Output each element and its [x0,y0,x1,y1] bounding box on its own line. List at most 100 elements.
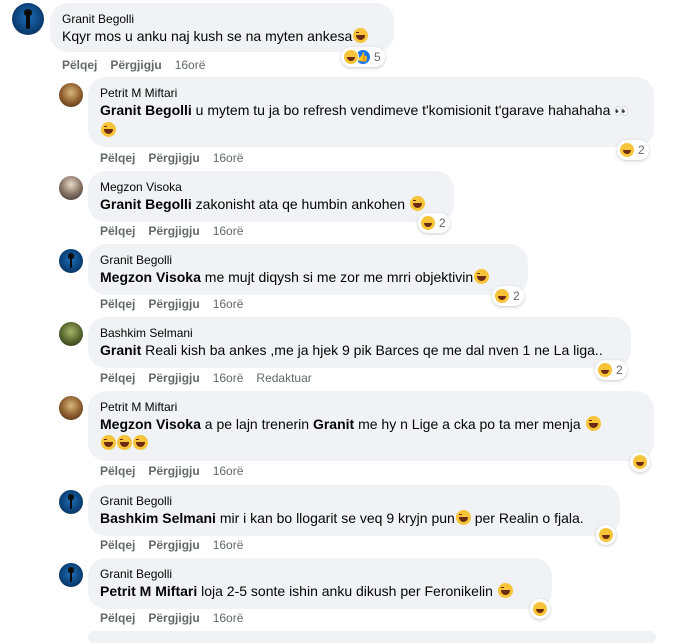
timestamp[interactable]: 16orë [213,464,244,478]
laughing-emoji-icon [133,435,148,450]
comment-text-body: Reali kish ba ankes ,me ja hjek 9 pik Ba… [141,342,603,358]
comment-text: Granit Begolli u mytem tu ja bo refresh … [100,102,629,138]
comment-text: Petrit M Miftari loja 2-5 sonte ishin an… [100,583,513,599]
mention-link[interactable]: Granit Begolli [100,196,192,212]
laughing-emoji-icon [494,288,510,304]
reply-button[interactable]: Përgjigju [148,611,199,625]
comment-text: Megzon Visoka a pe lajn trenerin Granit … [100,416,601,451]
timestamp[interactable]: 16orë [213,151,244,165]
comment-bubble: Granit Begolli Megzon Visoka me mujt diq… [88,244,528,295]
laughing-emoji-icon [101,122,116,137]
avatar[interactable] [12,3,44,35]
avatar[interactable] [59,176,83,200]
reply-button[interactable]: Përgjigju [148,224,199,238]
mention-link[interactable]: Petrit M Miftari [100,583,197,599]
comment-actions: Pëlqej Përgjigju 16orë [100,223,256,239]
timestamp[interactable]: 16orë [213,538,244,552]
laughing-emoji-icon [117,435,132,450]
laughing-emoji-icon [532,601,548,617]
comment-actions: Pëlqej Përgjigju 16orë [62,57,218,73]
like-button[interactable]: Pëlqej [100,297,135,311]
reaction-count: 2 [638,143,645,157]
comment-actions: Pëlqej Përgjigju 16orë Redaktuar [100,370,325,386]
comment-text-body: me mujt diqysh si me zor me mrri objekti… [200,269,474,285]
reaction-summary[interactable]: 2 [418,213,450,233]
avatar[interactable] [59,490,83,514]
comment-text-body: zakonisht ata qe humbin ankohen [191,196,409,212]
edited-label[interactable]: Redaktuar [256,371,311,385]
comment-bubble: Megzon Visoka Granit Begolli zakonisht a… [88,171,454,222]
reaction-count: 2 [439,216,446,230]
laughing-emoji-icon [474,269,490,284]
avatar[interactable] [59,83,83,107]
comment-author[interactable]: Granit Begolli [100,252,516,268]
comment-author[interactable]: Megzon Visoka [100,179,442,195]
reply-button[interactable]: Përgjigju [148,297,199,311]
like-button[interactable]: Pëlqej [100,464,135,478]
comment-bubble: Petrit M Miftari Megzon Visoka a pe lajn… [88,391,654,461]
comment-text: Kqyr mos u anku naj kush se na myten ank… [62,28,369,44]
timestamp[interactable]: 16orë [213,224,244,238]
reply-button[interactable]: Përgjigju [110,58,161,72]
reaction-summary[interactable]: 2 [492,286,524,306]
laughing-emoji-icon [420,215,436,231]
reaction-summary[interactable]: 2 [617,140,649,160]
comment-author[interactable]: Granit Begolli [100,493,608,509]
laughing-emoji-icon [409,196,425,211]
comment-author[interactable]: Petrit M Miftari [100,85,642,101]
avatar[interactable] [59,249,83,273]
laughing-emoji-icon [597,362,613,378]
comment-text-body: mir i kan bo llogarit se veq 9 kryjn pun [215,510,455,526]
comment-text-body: u mytem tu ja bo refresh vendimeve t'kom… [191,102,615,118]
avatar[interactable] [59,563,83,587]
next-comment-bubble [88,631,656,643]
comment-author[interactable]: Granit Begolli [62,11,382,27]
laughing-emoji-icon [632,454,648,470]
reply-button[interactable]: Përgjigju [148,371,199,385]
avatar[interactable] [59,396,83,420]
comment-actions: Pëlqej Përgjigju 16orë [100,463,256,479]
comment-text: Megzon Visoka me mujt diqysh si me zor m… [100,269,490,285]
like-button[interactable]: Pëlqej [100,611,135,625]
timestamp[interactable]: 16orë [213,611,244,625]
reply-button[interactable]: Përgjigju [148,151,199,165]
comment-text: Granit Begolli zakonisht ata qe humbin a… [100,196,425,212]
mention-link[interactable]: Bashkim Selmani [100,510,216,526]
like-button[interactable]: Pëlqej [100,371,135,385]
timestamp[interactable]: 16orë [213,371,244,385]
like-button[interactable]: Pëlqej [62,58,97,72]
mention-link[interactable]: Granit Begolli [100,102,192,118]
reaction-summary[interactable] [530,599,550,619]
like-button[interactable]: Pëlqej [100,538,135,552]
comment-text-body: a pe lajn trenerin [200,416,313,432]
reply-button[interactable]: Përgjigju [148,538,199,552]
comment-text-body: Kqyr mos u anku naj kush se na myten ank… [62,28,353,44]
reaction-count: 5 [374,50,381,64]
reaction-summary[interactable] [630,452,650,472]
mention-link[interactable]: Megzon Visoka [100,416,201,432]
avatar[interactable] [59,322,83,346]
comment-text: Bashkim Selmani mir i kan bo llogarit se… [100,510,584,526]
reaction-count: 2 [513,289,520,303]
mention-link[interactable]: Granit [313,416,354,432]
reaction-summary[interactable]: 2 [595,360,627,380]
reply-button[interactable]: Përgjigju [148,464,199,478]
mention-link[interactable]: Megzon Visoka [100,269,201,285]
laughing-emoji-icon [353,28,369,43]
comment-author[interactable]: Bashkim Selmani [100,325,619,341]
like-button[interactable]: Pëlqej [100,151,135,165]
reaction-summary[interactable]: 👍 5 [341,47,385,67]
mention-link[interactable]: Granit [100,342,141,358]
comment-text-body: per Realin o fjala. [470,510,584,526]
timestamp[interactable]: 16orë [175,58,206,72]
comment-bubble: Bashkim Selmani Granit Reali kish ba ank… [88,317,631,368]
comment-author[interactable]: Granit Begolli [100,566,540,582]
timestamp[interactable]: 16orë [213,297,244,311]
like-button[interactable]: Pëlqej [100,224,135,238]
comment-actions: Pëlqej Përgjigju 16orë [100,610,256,626]
comment-author[interactable]: Petrit M Miftari [100,399,642,415]
reaction-summary[interactable] [596,525,616,545]
laughing-emoji-icon [585,416,601,431]
comment-actions: Pëlqej Përgjigju 16orë [100,296,256,312]
laughing-emoji-icon [455,510,471,525]
